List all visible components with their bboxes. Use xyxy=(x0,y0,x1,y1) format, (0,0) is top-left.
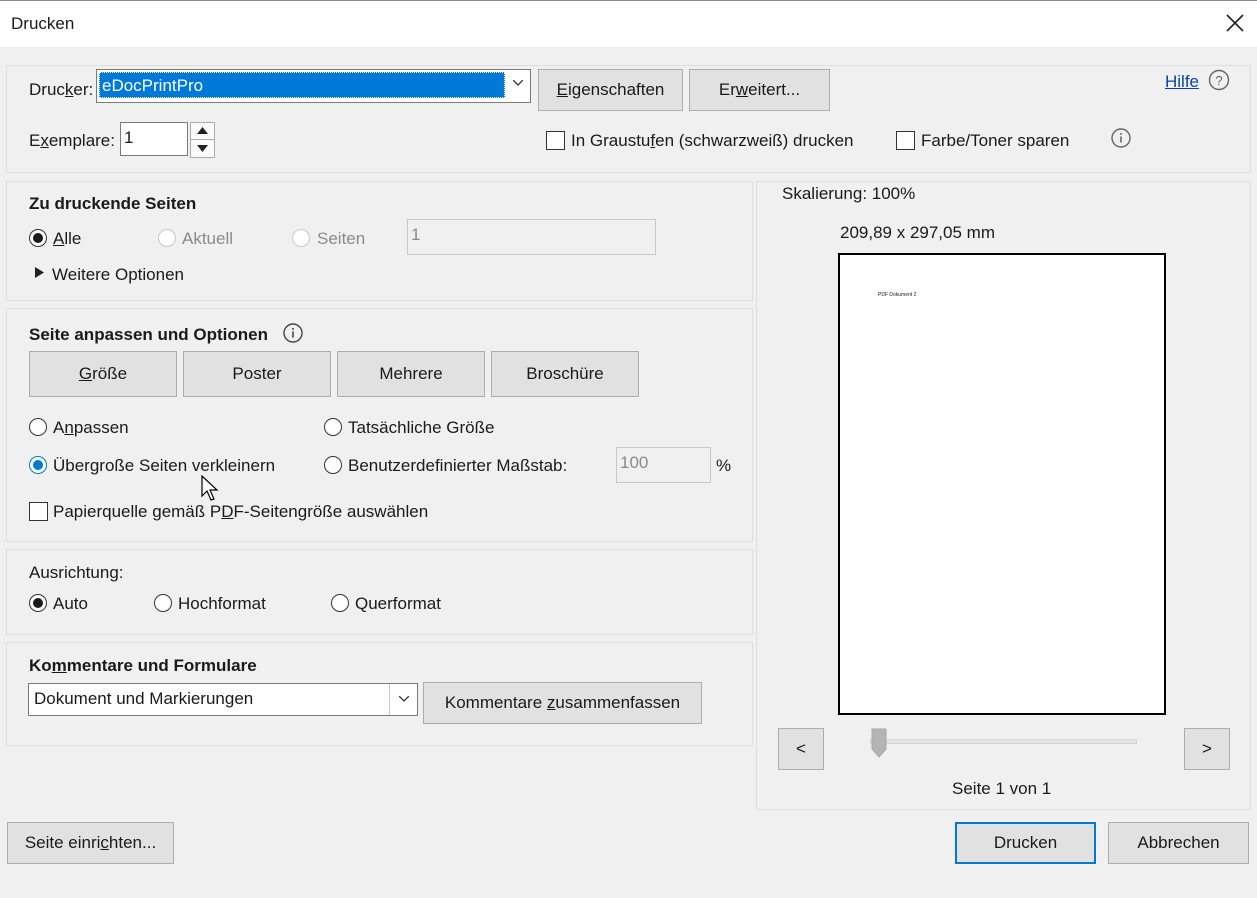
page-slider-thumb[interactable] xyxy=(871,728,887,758)
title-bar xyxy=(0,0,1257,47)
pages-section-title: Zu druckende Seiten xyxy=(29,194,197,213)
summarize-comments-button[interactable]: Kommentare zusammenfassen xyxy=(423,682,702,724)
printer-select[interactable]: eDocPrintPro xyxy=(96,69,531,103)
comments-section-title: Kommentare und Formulare xyxy=(29,656,257,675)
page-range-radio[interactable] xyxy=(292,229,310,247)
all-pages-label[interactable]: Alle xyxy=(53,229,81,249)
info-icon[interactable] xyxy=(1111,128,1131,148)
grayscale-checkbox[interactable] xyxy=(546,131,565,150)
portrait-label[interactable]: Hochformat xyxy=(178,594,266,614)
sizing-section-title: Seite anpassen und Optionen xyxy=(29,325,268,344)
comments-select[interactable]: Dokument und Markierungen xyxy=(28,683,418,716)
shrink-label[interactable]: Übergroße Seiten verkleinern xyxy=(53,456,275,476)
mouse-cursor-icon xyxy=(201,475,219,501)
copies-input[interactable]: 1 xyxy=(120,122,188,156)
landscape-radio[interactable] xyxy=(331,594,349,612)
printer-label: Drucker: xyxy=(29,80,94,99)
help-link[interactable]: Hilfe xyxy=(1165,72,1199,92)
tab-size[interactable]: Größe xyxy=(29,351,177,397)
page-setup-button[interactable]: Seite einrichten... xyxy=(7,822,174,864)
orientation-panel xyxy=(6,549,753,635)
shrink-radio[interactable] xyxy=(29,456,47,474)
auto-orientation-label[interactable]: Auto xyxy=(53,594,88,614)
page-dimensions: 209,89 x 297,05 mm xyxy=(840,223,995,242)
actual-size-label[interactable]: Tatsächliche Größe xyxy=(348,418,494,438)
print-button[interactable]: Drucken xyxy=(955,822,1096,864)
percent-label: % xyxy=(716,456,732,475)
current-page-radio[interactable] xyxy=(158,229,176,247)
portrait-radio[interactable] xyxy=(154,594,172,612)
paper-source-checkbox[interactable] xyxy=(29,502,48,521)
printer-select-value: eDocPrintPro xyxy=(99,72,505,98)
cancel-button[interactable]: Abbrechen xyxy=(1108,822,1249,864)
current-page-label[interactable]: Aktuell xyxy=(182,229,233,249)
chevron-up-icon[interactable] xyxy=(197,127,208,134)
page-range-label[interactable]: Seiten xyxy=(317,229,365,249)
auto-orientation-radio[interactable] xyxy=(29,594,47,612)
comments-select-value: Dokument und Markierungen xyxy=(34,689,254,708)
save-ink-checkbox[interactable] xyxy=(896,131,915,150)
page-preview: PDF Dokument 2 xyxy=(838,253,1166,715)
svg-text:?: ? xyxy=(1215,73,1222,88)
page-range-input[interactable]: 1 xyxy=(407,219,656,255)
orientation-label: Ausrichtung: xyxy=(29,563,124,582)
help-icon[interactable]: ? xyxy=(1208,69,1230,91)
more-options-toggle[interactable]: Weitere Optionen xyxy=(52,265,184,285)
expand-arrow-icon[interactable] xyxy=(35,267,44,278)
chevron-down-icon xyxy=(399,696,409,702)
copies-label: Exemplare: xyxy=(29,131,115,150)
paper-source-label[interactable]: Papierquelle gemäß PDF-Seitengröße auswä… xyxy=(53,502,428,522)
all-pages-radio[interactable] xyxy=(29,229,47,247)
page-counter: Seite 1 von 1 xyxy=(952,779,1052,798)
info-icon[interactable] xyxy=(283,323,303,343)
actual-size-radio[interactable] xyxy=(324,418,342,436)
close-icon[interactable] xyxy=(1222,10,1248,36)
chevron-down-icon xyxy=(513,80,523,86)
custom-scale-radio[interactable] xyxy=(324,456,342,474)
tab-booklet[interactable]: Broschüre xyxy=(491,351,639,397)
tab-poster[interactable]: Poster xyxy=(183,351,331,397)
advanced-button[interactable]: Erweitert... xyxy=(689,69,830,111)
fit-label[interactable]: Anpassen xyxy=(53,418,129,438)
tab-multiple[interactable]: Mehrere xyxy=(337,351,485,397)
landscape-label[interactable]: Querformat xyxy=(355,594,441,614)
copies-stepper[interactable] xyxy=(190,122,215,158)
page-slider-track[interactable] xyxy=(870,739,1137,744)
custom-scale-input[interactable]: 100 xyxy=(616,447,711,483)
preview-page-text: PDF Dokument 2 xyxy=(878,292,917,298)
window-title: Drucken xyxy=(11,14,75,33)
custom-scale-label[interactable]: Benutzerdefinierter Maßstab: xyxy=(348,456,567,476)
chevron-down-icon[interactable] xyxy=(197,145,208,152)
scaling-label: Skalierung: 100% xyxy=(782,184,916,203)
grayscale-label[interactable]: In Graustufen (schwarzweiß) drucken xyxy=(571,131,854,151)
previous-page-button[interactable]: < xyxy=(778,728,824,770)
next-page-button[interactable]: > xyxy=(1184,728,1230,770)
fit-radio[interactable] xyxy=(29,418,47,436)
save-ink-label[interactable]: Farbe/Toner sparen xyxy=(921,131,1069,151)
properties-button[interactable]: Eigenschaften xyxy=(538,69,683,111)
